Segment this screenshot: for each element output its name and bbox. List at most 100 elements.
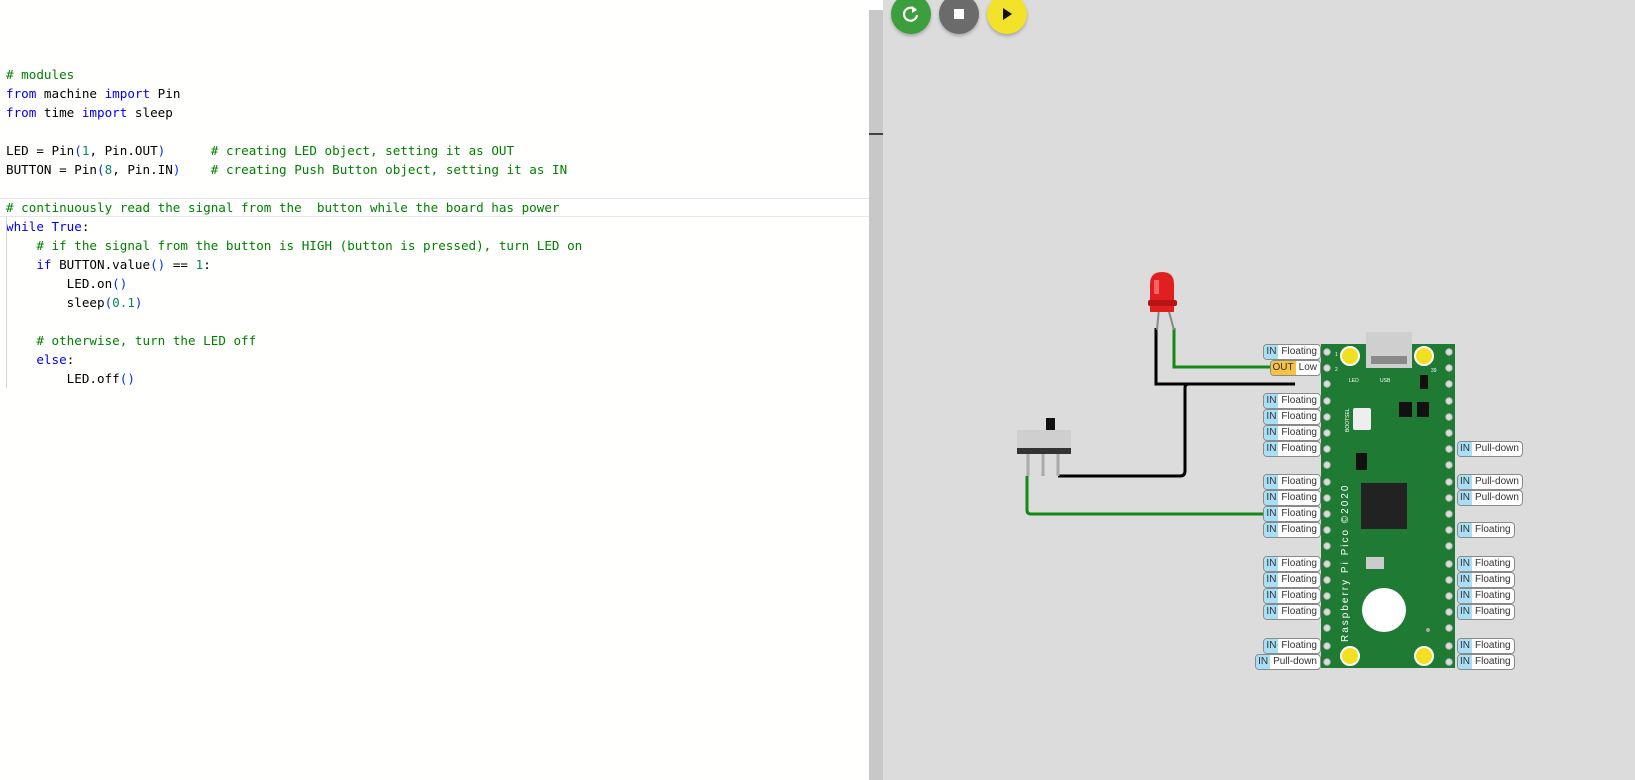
code-line[interactable]: [0, 122, 869, 141]
switch-ground-wire[interactable]: [1058, 382, 1295, 478]
code-line[interactable]: while True:: [0, 217, 869, 236]
pin-mode: IN: [1264, 491, 1279, 505]
code-line[interactable]: # otherwise, turn the LED off: [0, 331, 869, 350]
pin-label-right[interactable]: IN Floating: [1457, 638, 1515, 654]
led-signal-wire[interactable]: [1172, 328, 1271, 369]
pin-label-left[interactable]: IN Floating: [1263, 474, 1321, 490]
pin-hole[interactable]: [1323, 445, 1331, 453]
pin-hole[interactable]: [1323, 526, 1331, 534]
code-line[interactable]: [0, 46, 869, 65]
pin-label-left[interactable]: OUT Low: [1269, 360, 1321, 376]
pin-hole[interactable]: [1445, 592, 1453, 600]
pin-hole[interactable]: [1445, 608, 1453, 616]
pin-hole[interactable]: [1323, 592, 1331, 600]
pin-hole[interactable]: [1445, 429, 1453, 437]
code-line[interactable]: sleep(0.1): [0, 293, 869, 312]
pin-label-right[interactable]: IN Floating: [1457, 522, 1515, 538]
pin-hole[interactable]: [1445, 397, 1453, 405]
code-line[interactable]: # continuously read the signal from the …: [0, 198, 869, 217]
code-line[interactable]: from time import sleep: [0, 103, 869, 122]
slide-switch[interactable]: [1017, 418, 1071, 476]
pin-label-left[interactable]: IN Floating: [1263, 638, 1321, 654]
pin-label-right[interactable]: IN Floating: [1457, 604, 1515, 620]
pin-hole[interactable]: [1445, 560, 1453, 568]
pin-label-left[interactable]: IN Floating: [1263, 588, 1321, 604]
switch-signal-wire[interactable]: [1025, 476, 1271, 516]
code-line[interactable]: [0, 179, 869, 198]
pin-label-right[interactable]: IN Floating: [1457, 588, 1515, 604]
code-lines[interactable]: # modules from machine import Pin from tim…: [0, 46, 869, 388]
pin-hole[interactable]: [1323, 413, 1331, 421]
code-line[interactable]: BUTTON = Pin(8, Pin.IN) # creating Push …: [0, 160, 869, 179]
pin-hole[interactable]: [1445, 380, 1453, 388]
code-line[interactable]: LED = Pin(1, Pin.OUT) # creating LED obj…: [0, 141, 869, 160]
red-led[interactable]: [1148, 272, 1177, 331]
pin-hole[interactable]: [1323, 608, 1331, 616]
code-line[interactable]: [0, 312, 869, 331]
pin-hole[interactable]: [1323, 510, 1331, 518]
pin-label-left[interactable]: IN Floating: [1263, 344, 1321, 360]
code-line[interactable]: LED.off(): [0, 369, 869, 388]
pin-hole[interactable]: [1323, 348, 1331, 356]
pin-hole[interactable]: [1323, 658, 1331, 666]
pin-hole[interactable]: [1323, 642, 1331, 650]
pin-label-right[interactable]: IN Floating: [1457, 556, 1515, 572]
pin-label-left[interactable]: IN Floating: [1263, 409, 1321, 425]
pin-label-left[interactable]: IN Floating: [1263, 522, 1321, 538]
pin-label-right[interactable]: IN Pull-down: [1457, 474, 1523, 490]
pin-hole[interactable]: [1323, 380, 1331, 388]
pin-label-left[interactable]: IN Floating: [1263, 490, 1321, 506]
pin-hole[interactable]: [1445, 542, 1453, 550]
pin-hole[interactable]: [1323, 397, 1331, 405]
pin-label-right[interactable]: IN Floating: [1457, 654, 1515, 670]
pin-hole[interactable]: [1445, 461, 1453, 469]
usb-silkscreen: USB: [1380, 378, 1391, 384]
pin-hole[interactable]: [1323, 624, 1331, 632]
pin-label-left[interactable]: IN Floating: [1263, 393, 1321, 409]
pin-hole[interactable]: [1445, 478, 1453, 486]
pin-hole[interactable]: [1445, 348, 1453, 356]
pin-label-right[interactable]: IN Floating: [1457, 572, 1515, 588]
pin-hole[interactable]: [1445, 642, 1453, 650]
code-line[interactable]: # if the signal from the button is HIGH …: [0, 236, 869, 255]
pin-label-left[interactable]: IN Floating: [1263, 604, 1321, 620]
pin-label-right[interactable]: IN Pull-down: [1457, 441, 1523, 457]
code-token: (: [97, 162, 105, 177]
pin-hole[interactable]: [1445, 576, 1453, 584]
pin-label-left[interactable]: IN Floating: [1263, 441, 1321, 457]
code-line[interactable]: else:: [0, 350, 869, 369]
code-editor[interactable]: # modules from machine import Pin from tim…: [0, 0, 869, 780]
pin-hole[interactable]: [1445, 526, 1453, 534]
pin-hole[interactable]: [1323, 364, 1331, 372]
pin-hole[interactable]: [1323, 542, 1331, 550]
pin-mode: IN: [1264, 345, 1279, 359]
code-line[interactable]: from machine import Pin: [0, 84, 869, 103]
pin-label-left[interactable]: IN Floating: [1263, 572, 1321, 588]
pin-hole[interactable]: [1445, 413, 1453, 421]
code-line[interactable]: LED.on(): [0, 274, 869, 293]
pin-mode: IN: [1256, 655, 1271, 669]
pin-hole[interactable]: [1323, 560, 1331, 568]
editor-scrollbar[interactable]: [869, 10, 883, 780]
pin-hole[interactable]: [1323, 576, 1331, 584]
code-line[interactable]: # modules: [0, 65, 869, 84]
pin-hole[interactable]: [1323, 494, 1331, 502]
pin-hole[interactable]: [1445, 364, 1453, 372]
pin-hole[interactable]: [1445, 624, 1453, 632]
pin-hole[interactable]: [1445, 494, 1453, 502]
raspberry-pi-pico-board[interactable]: LED USB 1 2 39 BOOTSEL Raspberry Pi Pico…: [1321, 332, 1455, 668]
pin-hole[interactable]: [1323, 478, 1331, 486]
pin-label-right[interactable]: IN Pull-down: [1457, 490, 1523, 506]
pin-label-left[interactable]: IN Pull-down: [1255, 654, 1321, 670]
pin-label-left[interactable]: IN Floating: [1263, 506, 1321, 522]
pin-label-left[interactable]: IN Floating: [1263, 425, 1321, 441]
code-token: LED.off: [6, 371, 120, 386]
pin-hole[interactable]: [1323, 461, 1331, 469]
code-line[interactable]: if BUTTON.value() == 1:: [0, 255, 869, 274]
pin-hole[interactable]: [1445, 445, 1453, 453]
pin-label-left[interactable]: IN Floating: [1263, 556, 1321, 572]
pin-hole[interactable]: [1323, 429, 1331, 437]
pin-hole[interactable]: [1445, 658, 1453, 666]
pin-hole[interactable]: [1445, 510, 1453, 518]
